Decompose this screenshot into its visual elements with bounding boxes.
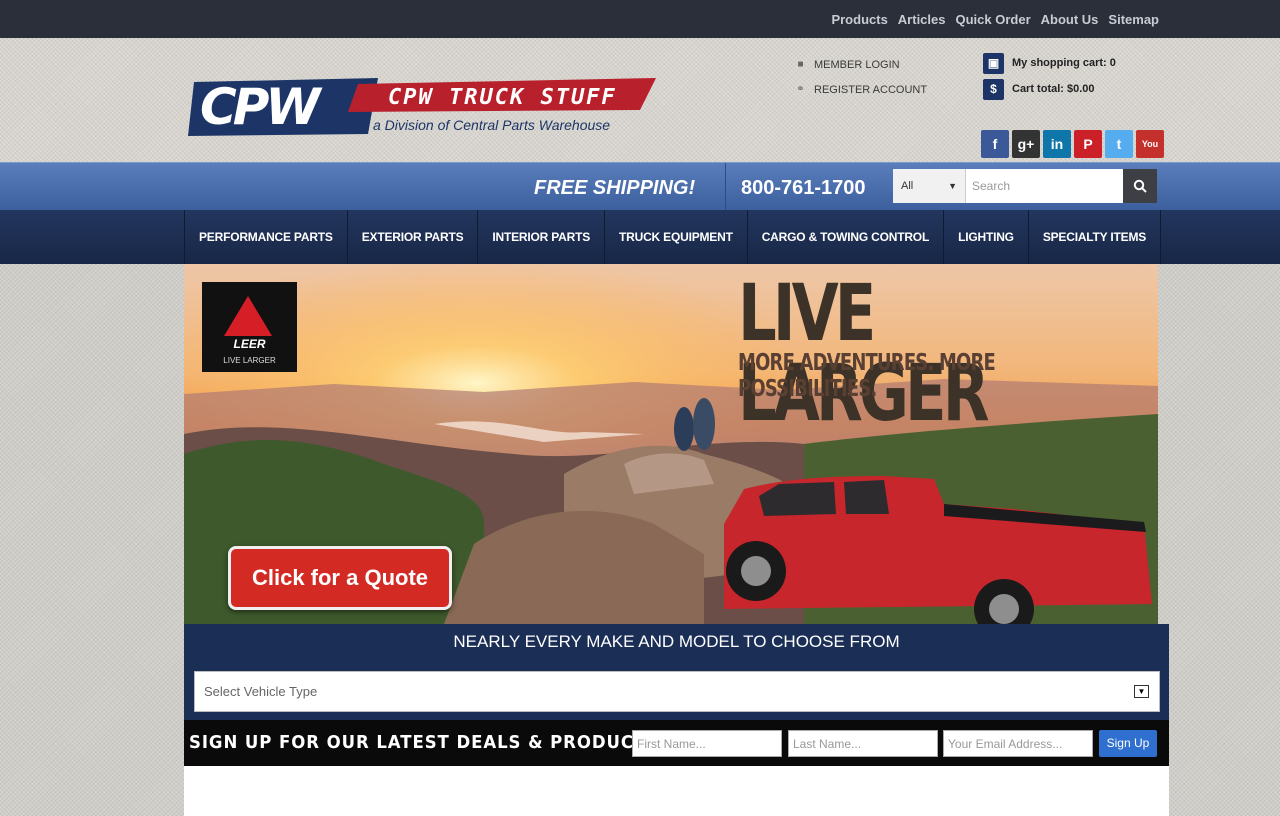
google-plus-icon[interactable]: g+ xyxy=(1012,130,1040,158)
top-nav: Products Articles Quick Order About Us S… xyxy=(831,12,1159,27)
email-input[interactable] xyxy=(943,730,1093,757)
last-name-input[interactable] xyxy=(788,730,938,757)
vehicle-type-placeholder: Select Vehicle Type xyxy=(204,684,318,699)
leer-triangle-icon xyxy=(224,296,272,336)
social-links: f g+ in Pt You xyxy=(981,130,1164,158)
logo-tagline: a Division of Central Parts Warehouse xyxy=(373,117,610,133)
cart-count: My shopping cart: 0 xyxy=(1012,57,1116,69)
content-area xyxy=(184,766,1169,816)
pinterest-icon[interactable]: P xyxy=(1074,130,1102,158)
hero-banner[interactable]: LEER LIVE LARGER LIVE LARGER MORE ADVENT… xyxy=(184,264,1158,624)
cart-total-row[interactable]: $ Cart total: $0.00 xyxy=(983,78,1116,100)
top-bar: Products Articles Quick Order About Us S… xyxy=(0,0,1280,38)
topnav-products[interactable]: Products xyxy=(831,12,887,27)
nav-performance-parts[interactable]: PERFORMANCE PARTS xyxy=(185,210,348,264)
site-logo[interactable]: CPW CPW TRUCK STUFF a Division of Centra… xyxy=(188,74,658,140)
nav-exterior-parts[interactable]: EXTERIOR PARTS xyxy=(348,210,479,264)
vehicle-heading: NEARLY EVERY MAKE AND MODEL TO CHOOSE FR… xyxy=(453,632,900,651)
logo-initials: CPW xyxy=(200,78,323,136)
youtube-icon[interactable]: You xyxy=(1136,130,1164,158)
twitter-icon[interactable]: t xyxy=(1105,130,1133,158)
search-icon xyxy=(1133,179,1147,193)
signup-label: SIGN UP FOR OUR LATEST DEALS & PRODUCTS: xyxy=(189,732,667,753)
sign-up-button[interactable]: Sign Up xyxy=(1099,730,1157,757)
promo-search-bar: FREE SHIPPING! 800-761-1700 All ▼ xyxy=(0,162,1280,211)
nav-interior-parts[interactable]: INTERIOR PARTS xyxy=(478,210,606,264)
search-input[interactable] xyxy=(966,169,1123,203)
register-account-label: REGISTER ACCOUNT xyxy=(814,83,928,96)
dollar-icon: $ xyxy=(983,78,1004,100)
newsletter-signup: SIGN UP FOR OUR LATEST DEALS & PRODUCTS:… xyxy=(184,720,1169,766)
topnav-quick-order[interactable]: Quick Order xyxy=(956,12,1031,27)
leer-brand: LEER xyxy=(233,337,266,351)
member-login-label: MEMBER LOGIN xyxy=(814,58,900,71)
nav-lighting[interactable]: LIGHTING xyxy=(944,210,1029,264)
search-button[interactable] xyxy=(1123,169,1157,203)
nav-truck-equipment[interactable]: TRUCK EQUIPMENT xyxy=(605,210,748,264)
caret-down-icon: ▼ xyxy=(948,181,957,191)
dropdown-arrow-icon: ▼ xyxy=(1134,685,1149,698)
free-shipping-banner: FREE SHIPPING! xyxy=(534,177,696,199)
search-group: All ▼ xyxy=(893,169,1157,203)
nav-cargo-towing-control[interactable]: CARGO & TOWING CONTROL xyxy=(748,210,945,264)
shopping-cart-icon: ▣ xyxy=(983,52,1004,74)
main-nav: PERFORMANCE PARTS EXTERIOR PARTS INTERIO… xyxy=(0,210,1280,264)
search-category-value: All xyxy=(901,180,914,192)
leer-logo: LEER LIVE LARGER xyxy=(202,282,297,372)
leer-tagline: LIVE LARGER xyxy=(223,356,276,365)
search-category-select[interactable]: All ▼ xyxy=(893,169,966,203)
topnav-articles[interactable]: Articles xyxy=(898,12,946,27)
hero-subline: MORE ADVENTURES. MORE POSSIBILITIES. xyxy=(738,350,996,402)
member-login-link[interactable]: ■ MEMBER LOGIN xyxy=(795,58,927,71)
header: CPW CPW TRUCK STUFF a Division of Centra… xyxy=(0,38,1280,162)
topnav-about-us[interactable]: About Us xyxy=(1041,12,1099,27)
account-links: ■ MEMBER LOGIN ⚭ REGISTER ACCOUNT xyxy=(795,58,927,108)
cart-summary: ▣ My shopping cart: 0 $ Cart total: $0.0… xyxy=(983,52,1116,104)
nav-specialty-items[interactable]: SPECIALTY ITEMS xyxy=(1029,210,1162,264)
register-account-link[interactable]: ⚭ REGISTER ACCOUNT xyxy=(795,83,927,96)
divider xyxy=(725,163,726,211)
phone-number[interactable]: 800-761-1700 xyxy=(741,177,866,200)
topnav-sitemap[interactable]: Sitemap xyxy=(1108,12,1159,27)
key-icon: ⚭ xyxy=(796,84,805,95)
first-name-input[interactable] xyxy=(632,730,782,757)
vehicle-selector: NEARLY EVERY MAKE AND MODEL TO CHOOSE FR… xyxy=(184,624,1169,720)
logo-name: CPW TRUCK STUFF xyxy=(388,85,617,110)
linkedin-icon[interactable]: in xyxy=(1043,130,1071,158)
quote-button[interactable]: Click for a Quote xyxy=(228,546,452,610)
lock-icon: ■ xyxy=(797,59,804,70)
cart-count-link[interactable]: ▣ My shopping cart: 0 xyxy=(983,52,1116,74)
facebook-icon[interactable]: f xyxy=(981,130,1009,158)
vehicle-type-select[interactable]: Select Vehicle Type ▼ xyxy=(194,671,1160,712)
cart-total: Cart total: $0.00 xyxy=(1012,83,1095,95)
